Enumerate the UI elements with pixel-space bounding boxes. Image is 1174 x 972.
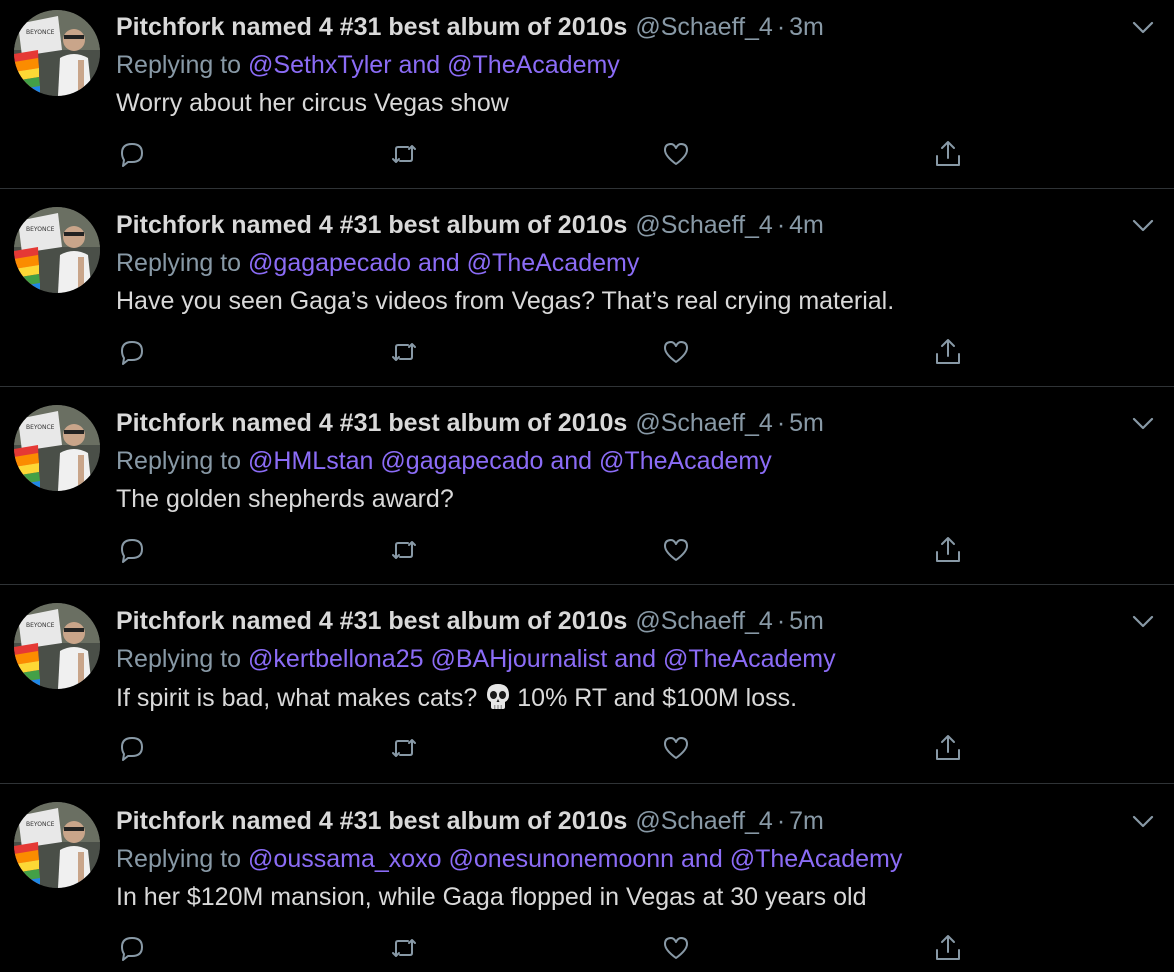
skull-emoji-icon xyxy=(487,684,510,709)
reply-icon[interactable] xyxy=(116,732,148,764)
like-icon[interactable] xyxy=(660,138,692,170)
mention-link[interactable]: @TheAcademy xyxy=(599,447,772,475)
avatar[interactable]: BEYONCE xyxy=(14,603,100,689)
mention-link[interactable]: @TheAcademy xyxy=(447,51,620,79)
chevron-down-icon[interactable] xyxy=(1130,14,1156,40)
retweet-icon[interactable] xyxy=(388,138,420,170)
mention-link[interactable]: @kertbellona25 xyxy=(248,645,424,673)
share-icon[interactable] xyxy=(932,534,964,566)
separator-dot: · xyxy=(776,409,786,437)
timestamp[interactable]: 3m xyxy=(789,13,824,41)
retweet-icon[interactable] xyxy=(388,932,420,964)
svg-text:BEYONCE: BEYONCE xyxy=(26,29,55,36)
chevron-down-icon[interactable] xyxy=(1130,608,1156,634)
tweet-text: Have you seen Gaga’s videos from Vegas? … xyxy=(116,287,895,315)
display-name[interactable]: Pitchfork named 4 #31 best album of 2010… xyxy=(116,409,627,437)
like-icon[interactable] xyxy=(660,732,692,764)
mention-conjunction: and xyxy=(614,645,656,673)
mention-link[interactable]: @oussama_xoxo xyxy=(248,845,442,873)
tweet-text: In her $120M mansion, while Gaga flopped… xyxy=(116,883,867,911)
user-handle[interactable]: @Schaeff_4 xyxy=(635,211,773,239)
reply-icon[interactable] xyxy=(116,932,148,964)
separator-dot: · xyxy=(776,807,786,835)
retweet-icon[interactable] xyxy=(388,534,420,566)
chevron-down-icon[interactable] xyxy=(1130,212,1156,238)
timestamp[interactable]: 4m xyxy=(789,211,824,239)
share-icon[interactable] xyxy=(932,336,964,368)
retweet-icon[interactable] xyxy=(388,732,420,764)
reply-icon[interactable] xyxy=(116,534,148,566)
reply-icon[interactable] xyxy=(116,138,148,170)
like-icon[interactable] xyxy=(660,534,692,566)
replying-to: Replying to @gagapecado and @TheAcademy xyxy=(116,248,639,278)
replying-to: Replying to @kertbellona25 @BAHjournalis… xyxy=(116,644,836,674)
svg-text:BEYONCE: BEYONCE xyxy=(26,424,55,431)
mention-conjunction: and xyxy=(398,51,441,79)
replying-to-label: Replying to xyxy=(116,249,242,277)
mention-link[interactable]: @TheAcademy xyxy=(663,645,836,673)
mention-link[interactable]: @SethxTyler xyxy=(248,51,391,79)
mention-conjunction: and xyxy=(681,845,723,873)
mention-link[interactable]: @TheAcademy xyxy=(467,249,640,277)
share-icon[interactable] xyxy=(932,138,964,170)
user-handle[interactable]: @Schaeff_4 xyxy=(635,13,773,41)
tweet[interactable]: BEYONCE Pitchfork named 4 #31 best album… xyxy=(0,784,1174,972)
reply-icon[interactable] xyxy=(116,336,148,368)
chevron-down-icon[interactable] xyxy=(1130,808,1156,834)
user-handle[interactable]: @Schaeff_4 xyxy=(635,409,773,437)
mention-link[interactable]: @BAHjournalist xyxy=(430,645,607,673)
replying-to-label: Replying to xyxy=(116,447,242,475)
display-name[interactable]: Pitchfork named 4 #31 best album of 2010… xyxy=(116,807,627,835)
tweet-text: The golden shepherds award? xyxy=(116,485,454,513)
svg-text:BEYONCE: BEYONCE xyxy=(26,821,55,828)
timestamp[interactable]: 5m xyxy=(789,409,824,437)
chevron-down-icon[interactable] xyxy=(1130,410,1156,436)
like-icon[interactable] xyxy=(660,932,692,964)
mention-link[interactable]: @onesunonemoonn xyxy=(449,845,675,873)
avatar[interactable]: BEYONCE xyxy=(14,802,100,888)
replying-to: Replying to @oussama_xoxo @onesunonemoon… xyxy=(116,844,902,874)
tweet-text: If spirit is bad, what makes cats? 10% RT… xyxy=(116,682,797,713)
replying-to-label: Replying to xyxy=(116,845,242,873)
timestamp[interactable]: 7m xyxy=(789,807,824,835)
replying-to-label: Replying to xyxy=(116,51,242,79)
mention-conjunction: and xyxy=(418,249,460,277)
display-name[interactable]: Pitchfork named 4 #31 best album of 2010… xyxy=(116,13,627,41)
avatar[interactable]: BEYONCE xyxy=(14,405,100,491)
separator-dot: · xyxy=(776,13,786,41)
replying-to: Replying to @SethxTyler and @TheAcademy xyxy=(116,50,620,80)
separator-dot: · xyxy=(776,607,786,635)
replying-to-label: Replying to xyxy=(116,645,242,673)
tweet[interactable]: BEYONCE Pitchfork named 4 #31 best album… xyxy=(0,0,1174,189)
separator-dot: · xyxy=(776,211,786,239)
share-icon[interactable] xyxy=(932,932,964,964)
tweet-text-part: If spirit is bad, what makes cats? xyxy=(116,684,478,712)
mention-link[interactable]: @TheAcademy xyxy=(730,845,903,873)
mention-link[interactable]: @gagapecado xyxy=(380,447,543,475)
share-icon[interactable] xyxy=(932,732,964,764)
tweet[interactable]: BEYONCE Pitchfork named 4 #31 best album… xyxy=(0,387,1174,585)
avatar[interactable]: BEYONCE xyxy=(14,10,100,96)
svg-text:BEYONCE: BEYONCE xyxy=(26,622,55,629)
mention-conjunction: and xyxy=(550,447,593,475)
mention-link[interactable]: @gagapecado xyxy=(248,249,411,277)
tweet-text: Worry about her circus Vegas show xyxy=(116,89,509,117)
retweet-icon[interactable] xyxy=(388,336,420,368)
display-name[interactable]: Pitchfork named 4 #31 best album of 2010… xyxy=(116,607,627,635)
user-handle[interactable]: @Schaeff_4 xyxy=(635,607,773,635)
display-name[interactable]: Pitchfork named 4 #31 best album of 2010… xyxy=(116,211,627,239)
avatar[interactable]: BEYONCE xyxy=(14,207,100,293)
like-icon[interactable] xyxy=(660,336,692,368)
tweet[interactable]: BEYONCE Pitchfork named 4 #31 best album… xyxy=(0,585,1174,784)
timestamp[interactable]: 5m xyxy=(789,607,824,635)
mention-link[interactable]: @HMLstan xyxy=(248,447,373,475)
replying-to: Replying to @HMLstan @gagapecado and @Th… xyxy=(116,446,772,476)
tweet-text-part: 10% RT and $100M loss. xyxy=(517,684,798,712)
svg-text:BEYONCE: BEYONCE xyxy=(26,226,55,233)
tweet[interactable]: BEYONCE Pitchfork named 4 #31 best album… xyxy=(0,189,1174,387)
user-handle[interactable]: @Schaeff_4 xyxy=(635,807,773,835)
